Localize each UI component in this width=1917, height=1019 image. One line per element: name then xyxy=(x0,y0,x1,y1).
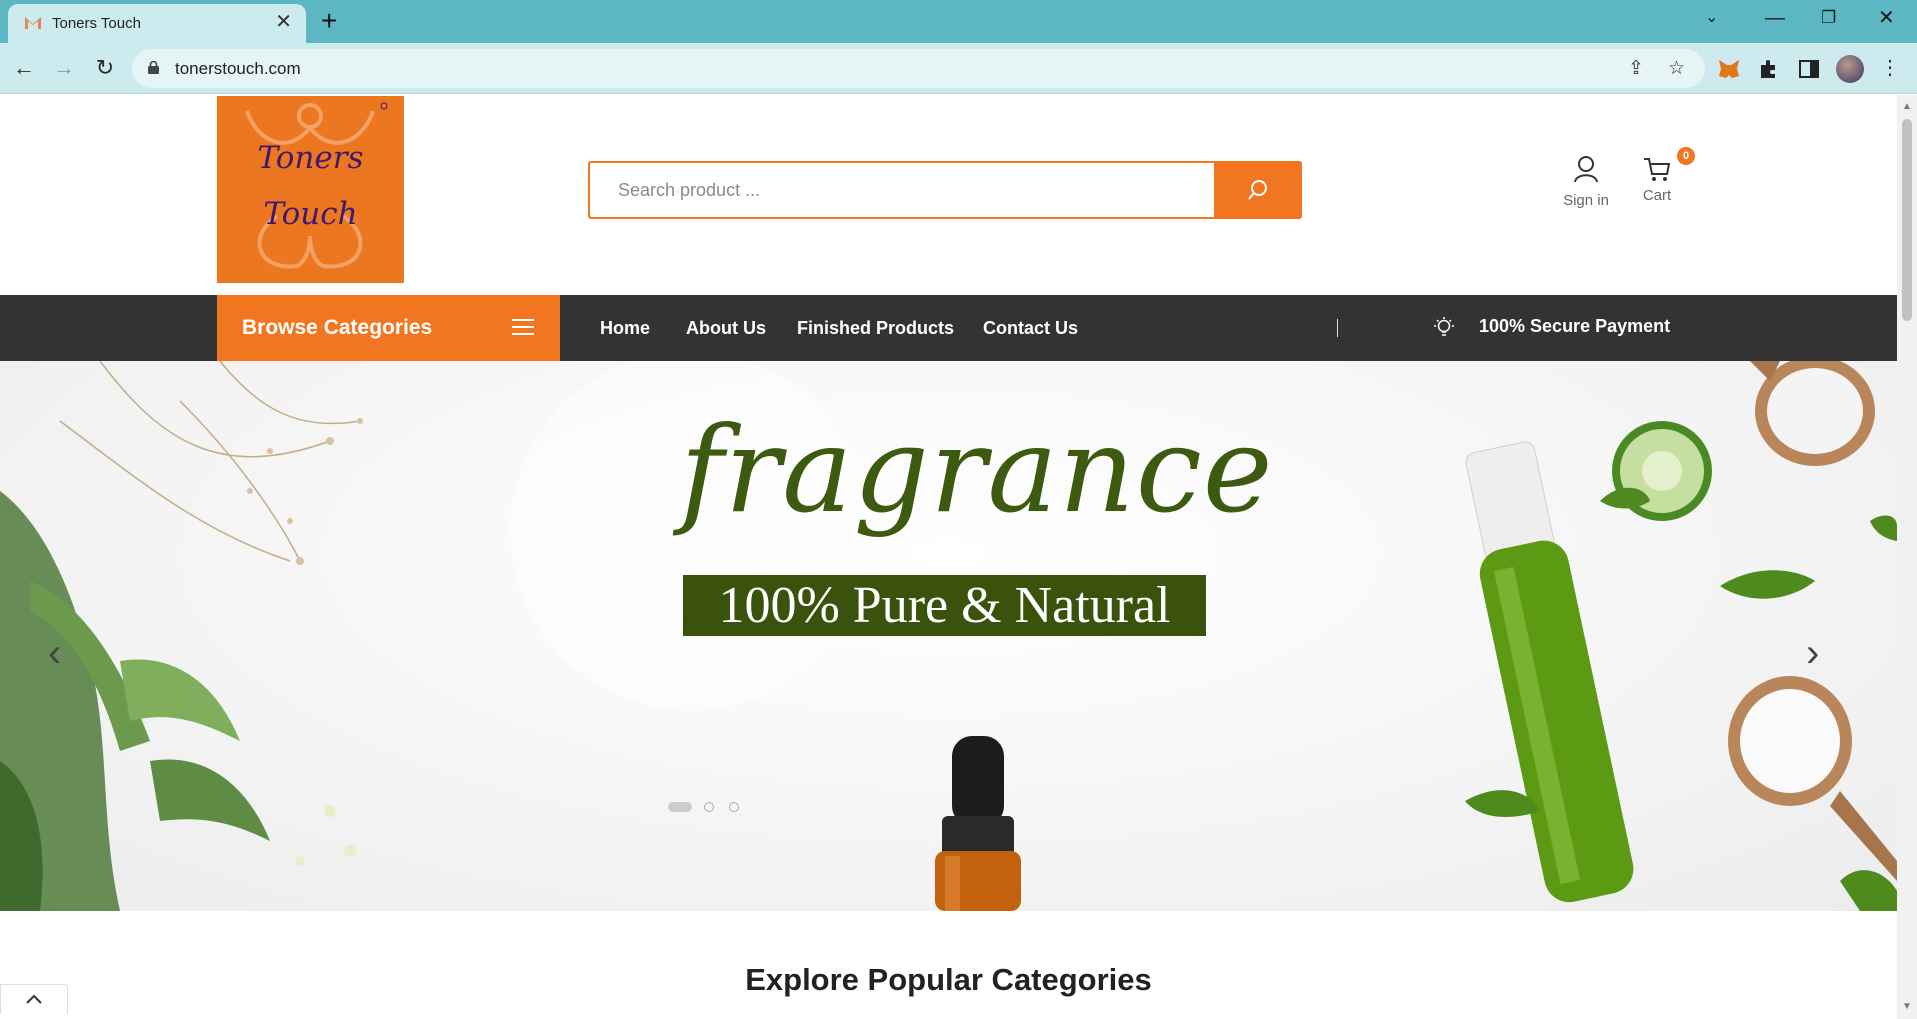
scroll-thumb[interactable] xyxy=(1902,119,1912,321)
search-button[interactable] xyxy=(1214,161,1302,219)
sign-in-label: Sign in xyxy=(1563,192,1609,209)
slider-dot-1[interactable] xyxy=(668,802,692,812)
browser-toolbar: ← → ↻ tonerstouch.com ⇪ ☆ ⋮ xyxy=(0,43,1917,94)
tab-title: Toners Touch xyxy=(52,15,141,32)
nav-home[interactable]: Home xyxy=(600,318,650,339)
hamburger-menu-icon xyxy=(512,319,534,335)
main-navigation: Browse Categories Home About Us Finished… xyxy=(0,295,1897,361)
section-title: Explore Popular Categories xyxy=(745,962,1152,997)
cart-link[interactable]: 0 Cart xyxy=(1627,147,1695,204)
tab-close-icon[interactable]: ✕ xyxy=(275,12,292,32)
back-to-top-button[interactable] xyxy=(0,984,68,1014)
profile-avatar[interactable] xyxy=(1836,55,1864,83)
back-button[interactable]: ← xyxy=(11,55,37,81)
wooden-spoon-cream-image xyxy=(1728,676,1897,881)
browse-categories-button[interactable]: Browse Categories xyxy=(217,295,560,361)
lightbulb-icon xyxy=(1434,317,1454,336)
nav-about-us[interactable]: About Us xyxy=(686,318,766,339)
search-input[interactable] xyxy=(590,163,1215,217)
lock-icon xyxy=(148,61,159,74)
secure-payment-label: 100% Secure Payment xyxy=(1479,316,1671,336)
nav-finished-products[interactable]: Finished Products xyxy=(797,318,954,339)
slider-dot-2[interactable] xyxy=(704,802,714,812)
minimize-button[interactable]: — xyxy=(1765,6,1785,30)
browser-menu-icon[interactable]: ⋮ xyxy=(1877,55,1903,81)
reload-button[interactable]: ↻ xyxy=(92,55,118,81)
browser-tab-bar: Toners Touch ✕ + ⌄ — ❐ ✕ xyxy=(0,0,1917,43)
cart-count-badge: 0 xyxy=(1677,147,1695,165)
slider-next-arrow-icon[interactable]: › xyxy=(1806,631,1819,676)
dropper-bottle-image xyxy=(935,736,1021,911)
search-icon xyxy=(1248,180,1267,200)
page-scrollbar[interactable]: ▲ ▼ xyxy=(1897,95,1917,1019)
menu-divider xyxy=(1337,319,1338,337)
hero-subtitle: 100% Pure & Natural xyxy=(683,575,1206,636)
logo-ornament-icon xyxy=(245,102,388,269)
site-logo[interactable]: Toners Touch xyxy=(217,96,404,283)
slider-dot-3[interactable] xyxy=(729,802,739,812)
user-icon xyxy=(1574,156,1598,183)
wooden-spoon-powder-image xyxy=(1750,361,1875,466)
address-bar[interactable]: tonerstouch.com ⇪ ☆ xyxy=(132,49,1705,88)
logo-text-line2: Touch xyxy=(263,196,358,232)
web-page: Toners Touch Sign in 0 Cart xyxy=(0,95,1897,1019)
metamask-fox-icon[interactable] xyxy=(1717,57,1741,81)
logo-text-line1: Toners xyxy=(257,140,364,176)
sign-in-link[interactable]: Sign in xyxy=(1556,155,1616,209)
share-icon[interactable]: ⇪ xyxy=(1628,57,1644,80)
hero-slider: fragrance 100% Pure & Natural ‹ › xyxy=(0,361,1897,911)
bookmark-star-icon[interactable]: ☆ xyxy=(1668,57,1685,80)
browse-categories-label: Browse Categories xyxy=(242,316,433,339)
forward-button[interactable]: → xyxy=(51,55,77,81)
gmail-favicon-icon xyxy=(25,17,41,29)
chevron-up-icon xyxy=(26,994,42,1004)
cart-icon xyxy=(1644,158,1671,181)
hero-title: fragrance xyxy=(680,401,1274,539)
extensions-puzzle-icon[interactable] xyxy=(1757,57,1781,81)
restore-button[interactable]: ❐ xyxy=(1821,6,1836,30)
nav-contact-us[interactable]: Contact Us xyxy=(983,318,1078,339)
side-panel-icon[interactable] xyxy=(1797,57,1821,81)
scroll-up-arrow-icon[interactable]: ▲ xyxy=(1902,101,1912,112)
url-text: tonerstouch.com xyxy=(175,59,301,78)
tab-search-icon[interactable]: ⌄ xyxy=(1705,6,1718,30)
slider-prev-arrow-icon[interactable]: ‹ xyxy=(48,631,61,676)
browser-tab[interactable]: Toners Touch ✕ xyxy=(8,4,306,43)
cart-label: Cart xyxy=(1642,187,1672,204)
green-spray-bottle-image xyxy=(1465,441,1634,903)
close-window-button[interactable]: ✕ xyxy=(1878,6,1895,30)
new-tab-button[interactable]: + xyxy=(321,7,337,35)
search-form xyxy=(588,161,1302,219)
scroll-down-arrow-icon[interactable]: ▼ xyxy=(1902,1001,1912,1012)
